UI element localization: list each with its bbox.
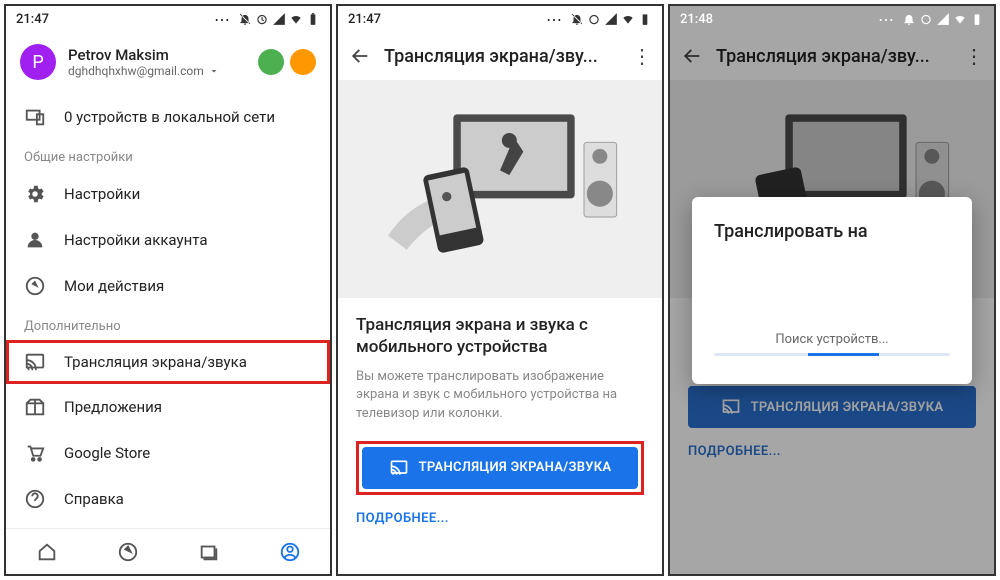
bell-off-icon	[238, 12, 252, 26]
user-email[interactable]: dghdhqhxhw@gmail.com	[68, 64, 258, 78]
user-info: Petrov Maksim dghdhqhxhw@gmail.com	[68, 46, 258, 78]
wifi-icon	[621, 12, 635, 26]
row-cast-screen[interactable]: Трансляция экрана/звука	[6, 340, 330, 384]
signal-icon	[604, 12, 618, 26]
more-icon: ⋯	[878, 10, 895, 29]
row-account-settings[interactable]: Настройки аккаунта	[6, 217, 330, 263]
device-chips	[258, 49, 316, 75]
learn-more-link[interactable]: ПОДРОБНЕЕ...	[356, 511, 644, 526]
gear-icon	[24, 183, 46, 205]
section-general: Общие настройки	[6, 140, 330, 171]
cast-to-dialog: Транслировать на Поиск устройств...	[692, 197, 972, 384]
row-label: Мои действия	[64, 277, 164, 295]
cast-icon	[24, 351, 46, 373]
page-title: Трансляция экрана/зву...	[384, 46, 620, 67]
row-label: Трансляция экрана/звука	[64, 353, 247, 371]
row-label: Настройки	[64, 185, 140, 203]
content-heading: Трансляция экрана и звука с мобильного у…	[356, 314, 644, 358]
screenshot-1-settings: 21:47 ⋯ P Petrov Maksim dghdhqhxhw@gmail…	[4, 4, 332, 576]
more-icon: ⋯	[214, 10, 231, 29]
status-bar: 21:47 ⋯	[6, 6, 330, 32]
wifi-icon	[289, 12, 303, 26]
settings-list: 0 устройств в локальной сети Общие настр…	[6, 90, 330, 522]
wifi-icon	[953, 12, 967, 26]
status-icons: ⋯	[878, 10, 984, 29]
activity-icon	[24, 275, 46, 297]
status-icons: ⋯	[546, 10, 652, 29]
battery-icon	[970, 12, 984, 26]
content-area: Трансляция экрана и звука с мобильного у…	[338, 298, 662, 542]
screenshot-2-cast-page: 21:47 ⋯ Трансляция экрана/зву... ⋮	[336, 4, 664, 576]
status-bar: 21:47 ⋯	[338, 6, 662, 32]
row-offers[interactable]: Предложения	[6, 384, 330, 430]
app-bar: Трансляция экрана/зву... ⋮	[338, 32, 662, 80]
modal-overlay[interactable]: Транслировать на Поиск устройств...	[670, 6, 994, 574]
user-name: Petrov Maksim	[68, 46, 258, 64]
row-help[interactable]: Справка	[6, 476, 330, 522]
devices-icon	[24, 106, 46, 128]
dialog-title: Транслировать на	[714, 221, 950, 242]
alarm-icon	[587, 12, 601, 26]
cast-illustration-icon	[360, 89, 640, 289]
row-my-activity[interactable]: Мои действия	[6, 263, 330, 309]
nav-discover-icon[interactable]	[116, 540, 140, 564]
progress-bar	[714, 353, 950, 356]
highlight-frame: ТРАНСЛЯЦИЯ ЭКРАНА/ЗВУКА	[356, 441, 644, 495]
row-google-store[interactable]: Google Store	[6, 430, 330, 476]
account-header[interactable]: P Petrov Maksim dghdhqhxhw@gmail.com	[6, 32, 330, 90]
signal-icon	[936, 12, 950, 26]
status-icons: ⋯	[214, 10, 320, 29]
nav-media-icon[interactable]	[197, 540, 221, 564]
clock: 21:48	[680, 12, 713, 27]
nav-home-icon[interactable]	[35, 540, 59, 564]
row-label: 0 устройств в локальной сети	[64, 108, 275, 126]
status-bar: 21:48 ⋯	[670, 6, 994, 32]
nav-account-icon[interactable]	[278, 540, 302, 564]
back-button[interactable]	[346, 42, 374, 70]
row-devices-local[interactable]: 0 устройств в локальной сети	[6, 94, 330, 140]
cast-button[interactable]: ТРАНСЛЯЦИЯ ЭКРАНА/ЗВУКА	[362, 447, 638, 489]
chip-orange[interactable]	[290, 49, 316, 75]
cart-icon	[24, 442, 46, 464]
dialog-status: Поиск устройств...	[714, 332, 950, 347]
alarm-icon	[255, 12, 269, 26]
avatar: P	[20, 44, 56, 80]
bottom-nav	[6, 528, 330, 574]
help-icon	[24, 488, 46, 510]
row-label: Предложения	[64, 398, 162, 416]
chip-green[interactable]	[258, 49, 284, 75]
row-label: Настройки аккаунта	[64, 231, 207, 249]
hero-illustration	[338, 80, 662, 298]
battery-icon	[306, 12, 320, 26]
person-icon	[24, 229, 46, 251]
more-icon: ⋯	[546, 10, 563, 29]
clock: 21:47	[16, 12, 49, 27]
section-more: Дополнительно	[6, 309, 330, 340]
row-label: Справка	[64, 490, 124, 508]
chevron-down-icon	[208, 65, 220, 77]
cast-icon	[389, 458, 409, 478]
battery-icon	[638, 12, 652, 26]
row-settings[interactable]: Настройки	[6, 171, 330, 217]
content-description: Вы можете транслировать изображение экра…	[356, 368, 644, 423]
row-label: Google Store	[64, 444, 150, 462]
screenshot-3-dialog: 21:48 ⋯ Трансляция экрана/зву... ⋮	[668, 4, 996, 576]
offers-icon	[24, 396, 46, 418]
signal-icon	[272, 12, 286, 26]
button-label: ТРАНСЛЯЦИЯ ЭКРАНА/ЗВУКА	[419, 460, 612, 475]
clock: 21:47	[348, 12, 381, 27]
bell-off-icon	[902, 12, 916, 26]
overflow-menu[interactable]: ⋮	[630, 44, 654, 68]
alarm-icon	[919, 12, 933, 26]
bell-off-icon	[570, 12, 584, 26]
